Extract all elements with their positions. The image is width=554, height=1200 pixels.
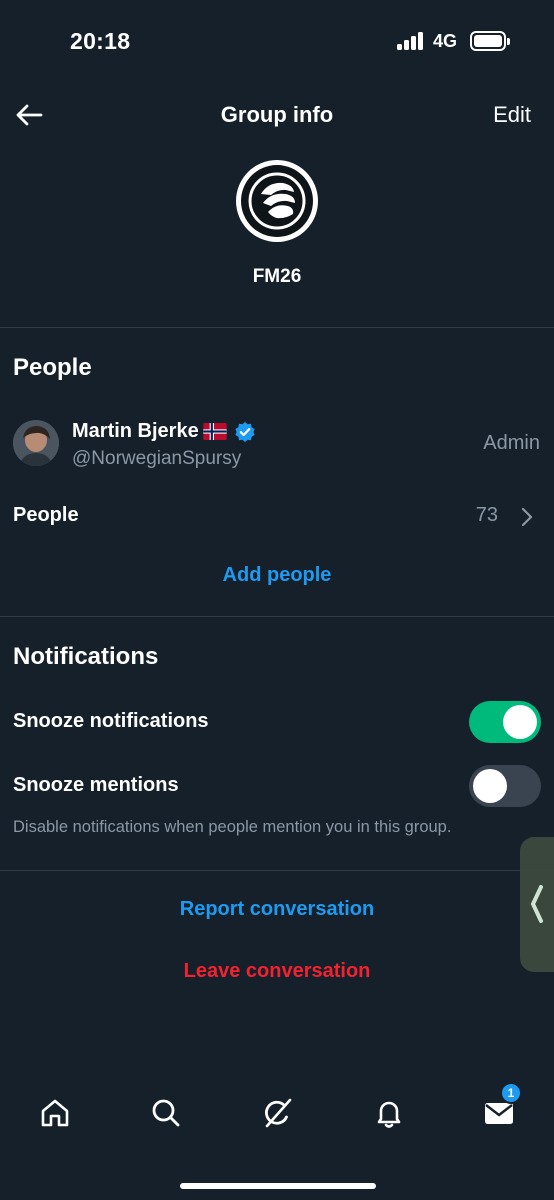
people-count: 73 <box>475 504 498 526</box>
bottom-nav: 1 <box>0 1078 554 1158</box>
grok-icon <box>265 1098 292 1128</box>
messages-badge: 1 <box>500 1082 522 1104</box>
member-handle: @NorwegianSpursy <box>72 448 242 469</box>
header: Group info Edit <box>0 88 554 142</box>
norway-flag-icon <box>203 423 227 440</box>
toggle-knob <box>473 769 507 803</box>
people-count-row[interactable]: People 73 <box>0 492 554 540</box>
divider <box>0 616 554 617</box>
network-type: 4G <box>433 31 458 51</box>
nav-grok[interactable] <box>253 1088 303 1138</box>
group-info-screen: 20:18 4G Group info Edit FM26 People Mar… <box>0 0 554 1200</box>
toggle-knob <box>503 705 537 739</box>
group-logo-icon <box>241 165 313 237</box>
search-icon <box>152 1099 180 1127</box>
report-conversation-button[interactable]: Report conversation <box>0 898 554 921</box>
nav-messages[interactable]: 1 <box>474 1082 524 1138</box>
snooze-mentions-helper-text: Disable notifications when people mentio… <box>13 818 452 836</box>
group-avatar <box>236 160 318 242</box>
snooze-notifications-toggle[interactable] <box>469 701 541 743</box>
nav-search[interactable] <box>141 1088 191 1138</box>
member-row[interactable]: Martin Bjerke @NorwegianSpursy Admin <box>0 410 554 478</box>
group-name: FM26 <box>252 266 302 287</box>
member-name-text: Martin Bjerke <box>72 420 199 442</box>
home-icon <box>41 1099 69 1127</box>
status-time: 20:18 <box>70 28 131 54</box>
notifications-section-title: Notifications <box>13 643 159 670</box>
chevron-right-icon <box>521 507 533 527</box>
page-title: Group info <box>220 102 334 127</box>
battery-icon <box>470 31 510 51</box>
avatar <box>13 420 59 466</box>
member-name: Martin Bjerke <box>72 420 256 443</box>
nav-notifications[interactable] <box>364 1088 414 1138</box>
snooze-mentions-toggle[interactable] <box>469 765 541 807</box>
member-role: Admin <box>483 432 540 454</box>
leave-conversation-button[interactable]: Leave conversation <box>0 960 554 983</box>
people-section-title: People <box>13 354 92 381</box>
chevron-left-icon <box>531 885 543 923</box>
divider <box>0 870 554 871</box>
snooze-mentions-label: Snooze mentions <box>13 774 179 796</box>
profile-photo-icon <box>13 420 59 466</box>
status-bar: 20:18 4G <box>0 0 554 84</box>
nav-home[interactable] <box>30 1088 80 1138</box>
side-panel-handle[interactable] <box>520 837 554 972</box>
divider <box>0 327 554 328</box>
signal-strength-icon <box>397 32 425 50</box>
edit-button[interactable]: Edit <box>493 102 531 128</box>
snooze-notifications-label: Snooze notifications <box>13 710 209 732</box>
home-indicator[interactable] <box>180 1183 376 1189</box>
add-people-button[interactable]: Add people <box>0 564 554 587</box>
bell-icon <box>377 1101 401 1128</box>
people-row-label: People <box>13 504 79 526</box>
verified-badge-icon <box>235 421 255 442</box>
